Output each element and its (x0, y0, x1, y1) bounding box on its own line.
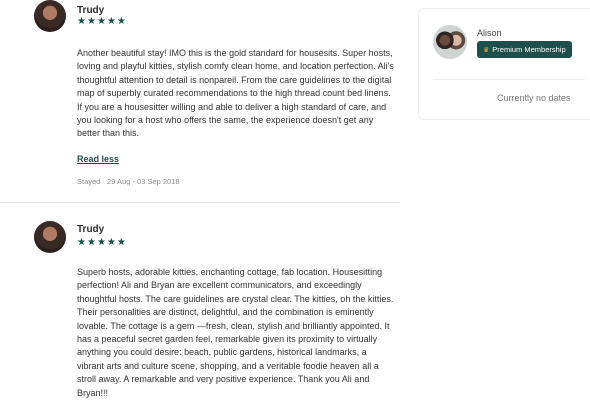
reviewer-avatar (34, 0, 66, 32)
badge-label: Premium Membership (492, 45, 566, 54)
rating-stars: ★★★★★ (77, 16, 127, 27)
star-icon: ★ (106, 16, 117, 27)
rating-stars: ★★★★★ (77, 237, 127, 248)
star-icon: ★ (77, 16, 87, 27)
reviewer-name: Trudy (77, 224, 105, 235)
star-icon: ★ (77, 237, 87, 248)
review-text: Superb hosts, adorable kitties, enchanti… (77, 267, 394, 398)
star-icon: ★ (86, 237, 97, 248)
reviews-list: Trudy ★★★★★ Another beautiful stay! IMO … (0, 0, 400, 401)
stay-dates: Stayed · 29 Aug - 03 Sep 2018 (77, 177, 180, 186)
crown-icon: ♛ (483, 47, 490, 54)
star-icon: ★ (96, 16, 107, 27)
read-less-link[interactable]: Read less (77, 154, 119, 164)
host-card: Alison ♛ Premium Membership Currently no … (418, 8, 590, 120)
reviewer-name: Trudy (77, 5, 105, 16)
star-icon: ★ (116, 237, 127, 248)
review-item: Trudy ★★★★★ Superb hosts, adorable kitti… (0, 203, 400, 401)
star-icon: ★ (106, 237, 117, 248)
review-item: Trudy ★★★★★ Another beautiful stay! IMO … (0, 0, 400, 203)
review-text: Another beautiful stay! IMO this is the … (77, 48, 394, 139)
availability-status: Currently no dates (497, 93, 571, 103)
divider (433, 79, 585, 80)
premium-membership-badge: ♛ Premium Membership (477, 41, 572, 58)
star-icon: ★ (96, 237, 107, 248)
host-avatar[interactable] (433, 25, 467, 59)
host-name[interactable]: Alison (477, 28, 502, 38)
star-icon: ★ (116, 16, 127, 27)
reviewer-avatar (34, 221, 66, 253)
star-icon: ★ (86, 16, 97, 27)
